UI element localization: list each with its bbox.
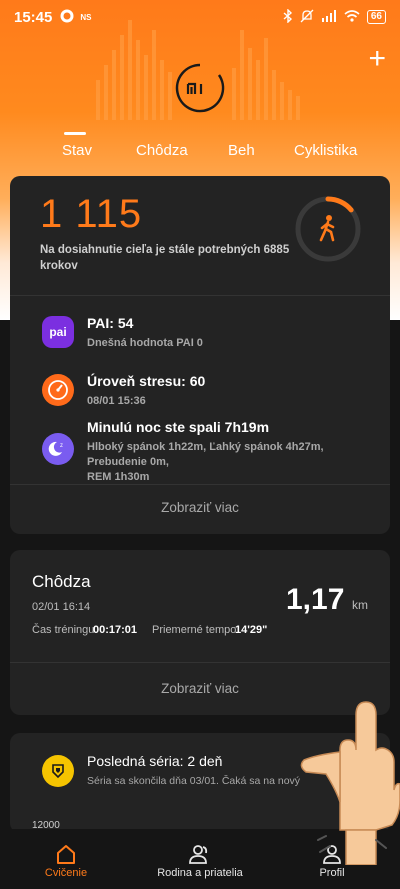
card-divider (10, 295, 390, 296)
status-time: 15:45 (14, 8, 53, 26)
streak-badge-icon (42, 755, 74, 787)
stress-title: Úroveň stresu: 60 (87, 373, 206, 389)
nav-label-profil: Profil (319, 867, 345, 879)
nav-label-rodina: Rodina a priatelia (157, 867, 243, 879)
add-button[interactable]: + (368, 44, 386, 74)
home-icon (26, 843, 106, 867)
goal-remaining-text: Na dosiahnutie cieľa je stále potrebných… (40, 244, 290, 272)
bluetooth-icon (283, 7, 293, 26)
pai-subtitle: Dnešná hodnota PAI 0 (87, 337, 203, 349)
pointing-hand-icon (296, 690, 400, 866)
signal-icon (321, 9, 337, 25)
tab-stav[interactable]: Stav (62, 132, 92, 159)
notification-icon (60, 9, 74, 26)
sleep-detail-line-3: REM 1h30m (87, 471, 150, 483)
sleep-moon-icon: z (42, 433, 74, 465)
sleep-detail-line-1: Hlboký spánok 1h22m, Ľahký spánok 4h27m, (87, 441, 324, 453)
workout-title: Chôdza (32, 572, 91, 591)
svg-text:z: z (60, 443, 63, 449)
view-more-health-button[interactable]: Zobraziť viac (10, 500, 390, 515)
nav-cvicenie[interactable]: Cvičenie (26, 843, 106, 879)
friends-icon (140, 843, 260, 867)
tab-beh[interactable]: Beh (228, 142, 255, 159)
duration-value: 00:17:01 (93, 624, 138, 636)
wifi-icon (344, 9, 360, 25)
mi-logo (175, 63, 225, 113)
pace-value: 14'29" (235, 624, 268, 636)
distance-unit: km (352, 598, 368, 612)
nav-rodina[interactable]: Rodina a priatelia (140, 843, 260, 879)
sleep-detail-line-2: Prebudenie 0m, (87, 456, 169, 468)
step-count: 1 115 (40, 192, 143, 236)
nav-label-cvicenie: Cvičenie (44, 867, 88, 879)
streak-title: Posledná séria: 2 deň (87, 753, 223, 769)
workout-date: 02/01 16:14 (32, 601, 91, 613)
step-progress-ring (293, 194, 363, 264)
daily-summary-card[interactable]: 1 115 Na dosiahnutie cieľa je stále potr… (10, 176, 390, 534)
pai-icon: pai (42, 316, 74, 348)
pai-title: PAI: 54 (87, 315, 134, 331)
streak-subtitle: Séria sa skončila dňa 03/01. Čaká sa na … (87, 775, 301, 787)
ns-indicator: NS (80, 12, 92, 22)
workout-distance: 1,17 (286, 583, 345, 616)
walking-person-icon (319, 215, 335, 242)
activity-tabs: Stav Chôdza Beh Cyklistika (0, 132, 400, 170)
sleep-title: Minulú noc ste spali 7h19m (87, 419, 270, 435)
card-divider (10, 662, 390, 663)
tab-chodza[interactable]: Chôdza (136, 142, 188, 159)
card-divider (10, 484, 390, 485)
silent-bell-icon (300, 9, 314, 26)
stress-timestamp: 08/01 15:36 (87, 395, 146, 407)
duration-label: Čas tréningu (32, 624, 95, 636)
status-bar: 15:45 NS 66 (0, 0, 400, 34)
tab-cyklistika[interactable]: Cyklistika (294, 142, 357, 159)
pace-label: Priemerné tempo (152, 624, 237, 636)
stress-gauge-icon (42, 374, 74, 406)
battery-indicator: 66 (366, 10, 386, 24)
